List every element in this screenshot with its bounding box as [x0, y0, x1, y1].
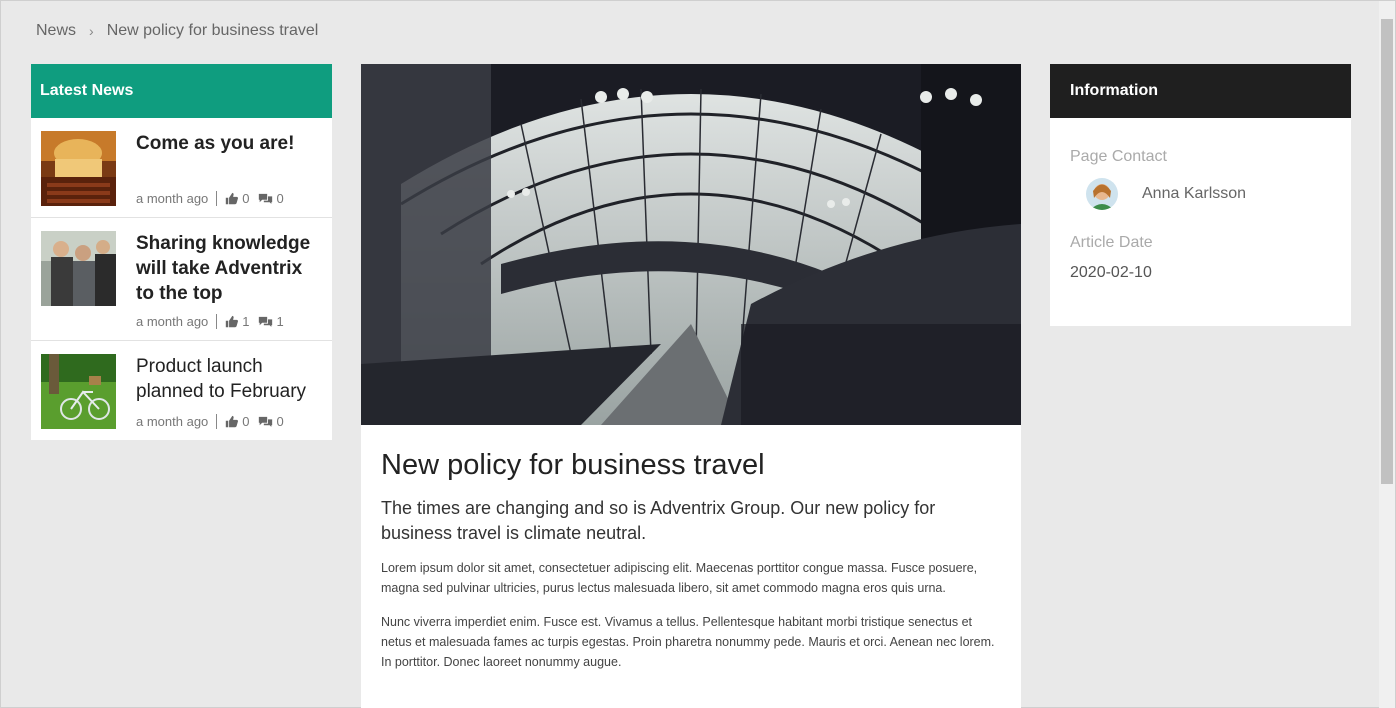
comment-count: 0 [276, 414, 284, 429]
news-item[interactable]: Sharing knowledge will take Adventrix to… [31, 218, 332, 341]
news-time: a month ago [136, 314, 209, 329]
thumbs-up-icon[interactable] [225, 192, 239, 205]
meta-divider [216, 314, 218, 329]
article-date-label: Article Date [1070, 234, 1153, 251]
latest-news-header: Latest News [31, 64, 332, 118]
news-time: a month ago [136, 414, 209, 429]
comments-icon[interactable] [258, 192, 273, 205]
like-count: 0 [242, 191, 250, 206]
news-time: a month ago [136, 191, 209, 206]
like-count: 0 [242, 414, 250, 429]
article-lead: The times are changing and so is Adventr… [381, 498, 936, 543]
comment-count: 0 [276, 191, 284, 206]
comments-icon[interactable] [258, 415, 273, 428]
information-panel: Information Page Contact Anna Karlsson A… [1050, 64, 1351, 326]
news-title[interactable]: Come as you are! [136, 131, 294, 156]
article-paragraph: Nunc viverra imperdiet enim. Fusce est. … [381, 615, 995, 669]
avatar[interactable] [1086, 178, 1118, 210]
article-hero-image [361, 64, 1021, 425]
thumbs-up-icon[interactable] [225, 315, 239, 328]
article-title: New policy for business travel [381, 449, 765, 481]
information-header: Information [1050, 64, 1351, 118]
news-meta: a month ago 0 0 [136, 191, 294, 206]
news-thumbnail[interactable] [41, 231, 116, 306]
comments-icon[interactable] [258, 315, 273, 328]
contact-name[interactable]: Anna Karlsson [1142, 185, 1246, 203]
news-meta: a month ago 1 1 [136, 314, 322, 329]
page-contact[interactable]: Anna Karlsson [1086, 178, 1331, 210]
news-title[interactable]: Product launch planned to February [136, 354, 322, 404]
meta-divider [216, 191, 218, 206]
breadcrumb-current: New policy for business travel [106, 22, 319, 39]
news-item[interactable]: Product launch planned to February a mon… [31, 341, 332, 440]
like-count: 1 [242, 314, 250, 329]
article-date: 2020-02-10 [1070, 264, 1152, 281]
news-thumbnail[interactable] [41, 354, 116, 429]
breadcrumb-separator: › [89, 23, 94, 39]
comment-count: 1 [276, 314, 284, 329]
scrollbar-thumb[interactable] [1381, 19, 1393, 484]
vertical-scrollbar[interactable] [1379, 1, 1395, 708]
thumbs-up-icon[interactable] [225, 415, 239, 428]
article: New policy for business travel The times… [361, 64, 1021, 708]
article-paragraph: Lorem ipsum dolor sit amet, consectetuer… [381, 561, 978, 595]
latest-news-panel: Latest News Come as you are! a month ago… [31, 64, 332, 440]
breadcrumb-news-link[interactable]: News [36, 22, 76, 40]
news-meta: a month ago 0 0 [136, 414, 322, 429]
news-thumbnail[interactable] [41, 131, 116, 206]
news-item[interactable]: Come as you are! a month ago 0 0 [31, 118, 332, 218]
news-title[interactable]: Sharing knowledge will take Adventrix to… [136, 231, 322, 306]
meta-divider [216, 414, 218, 429]
breadcrumb: News › New policy for business travel [36, 22, 318, 40]
page-contact-label: Page Contact [1070, 148, 1167, 165]
